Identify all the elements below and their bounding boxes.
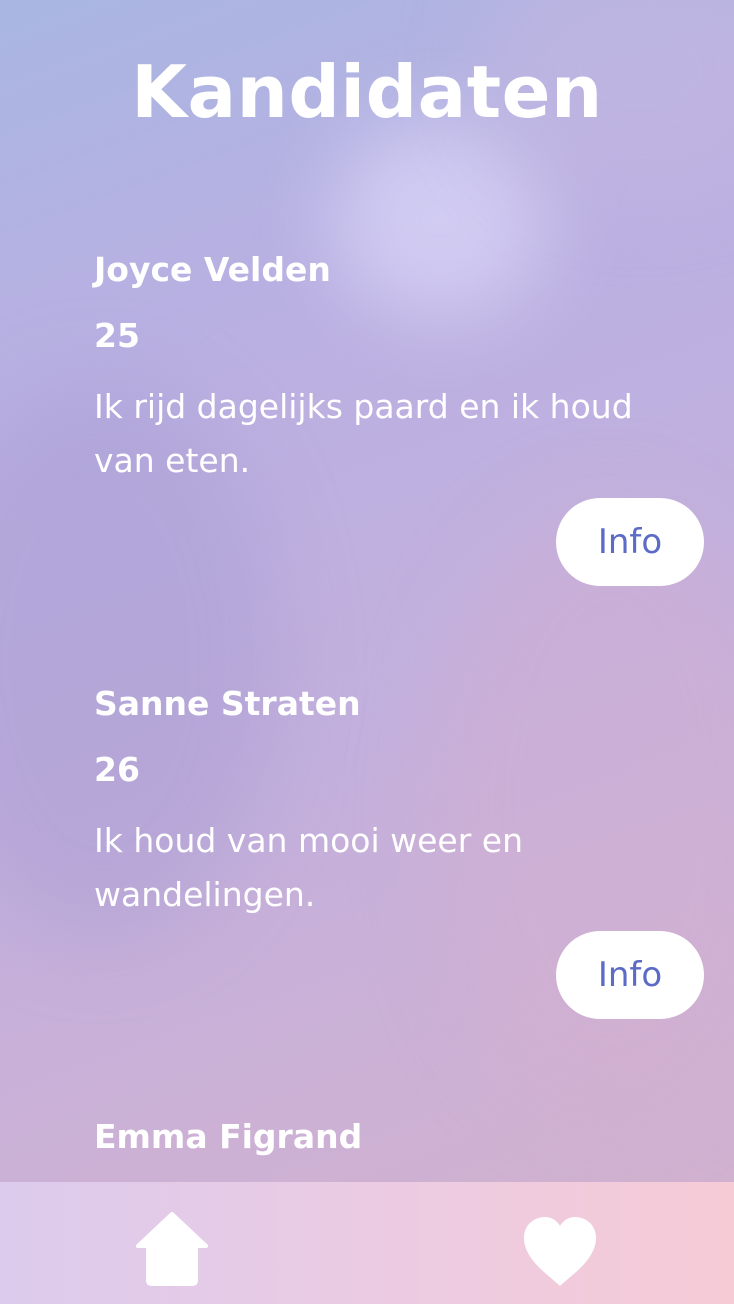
candidate-name: Emma Figrand — [94, 1117, 363, 1156]
candidate-age: 25 — [94, 316, 140, 355]
page-title: Kandidaten — [131, 50, 603, 134]
bottom-nav — [0, 1182, 734, 1304]
candidate-name: Joyce Velden — [94, 250, 331, 289]
info-button[interactable]: Info — [556, 498, 704, 586]
home-icon[interactable] — [136, 1210, 208, 1286]
candidate-card: Emma Figrand — [94, 1117, 714, 1157]
candidate-card: Sanne Straten 26 Ik houd van mooi weer e… — [94, 684, 714, 922]
candidate-name: Sanne Straten — [94, 684, 361, 723]
candidate-description: Ik rijd dagelijks paard en ik houd van e… — [94, 387, 633, 480]
candidates-screen: Kandidaten Joyce Velden 25 Ik rijd dagel… — [0, 0, 734, 1304]
heart-icon[interactable] — [520, 1214, 600, 1288]
info-button[interactable]: Info — [556, 931, 704, 1019]
candidate-age: 26 — [94, 750, 140, 789]
candidate-description: Ik houd van mooi weer en wandelingen. — [94, 821, 523, 914]
candidate-card: Joyce Velden 25 Ik rijd dagelijks paard … — [94, 250, 714, 488]
